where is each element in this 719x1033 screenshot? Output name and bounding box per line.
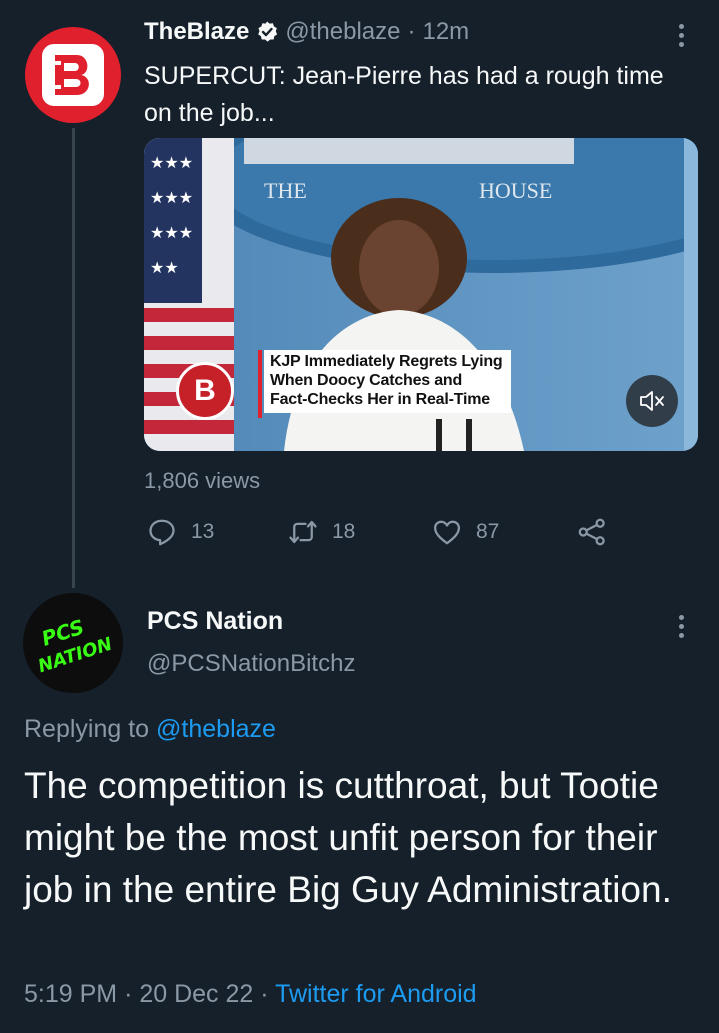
share-button[interactable] [577,517,621,547]
tweet-text: SUPERCUT: Jean-Pierre has had a rough ti… [144,62,664,127]
reply-metadata: 5:19 PM · 20 Dec 22 · Twitter for Androi… [24,980,477,1009]
svg-text:★★: ★★ [150,258,179,277]
sign-text-left: THE [264,178,307,203]
pcs-nation-logo: PCS NATION [23,593,123,693]
caption-accent [258,350,262,418]
replying-prefix: Replying to [24,715,150,743]
reply-date[interactable]: 20 Dec 22 [139,980,253,1008]
sign-text-right: HOUSE [479,178,553,203]
caption-line: Fact-Checks Her in Real-Time [270,391,490,408]
tweet-header: TheBlaze @theblaze · 12m [144,18,469,46]
video-logo-icon: B [176,362,234,420]
retweet-count: 18 [332,520,356,543]
reply-author-name[interactable]: PCS Nation [147,607,283,636]
separator: · [124,980,133,1008]
mute-icon [640,391,664,411]
reply-author-handle[interactable]: @PCSNationBitchz [147,650,355,678]
reply-source-link[interactable]: Twitter for Android [275,980,476,1008]
theblaze-avatar[interactable] [25,27,121,123]
tweet-video[interactable]: ★★★ ★★★ ★★★ ★★ THE HOUSE B KJP Immediate… [144,138,698,451]
svg-text:★★★: ★★★ [150,188,193,207]
more-options-icon[interactable] [676,20,686,51]
like-button[interactable]: 87 [432,517,499,547]
svg-text:★★★: ★★★ [150,153,193,172]
separator: · [407,18,416,45]
mute-button[interactable] [626,375,678,427]
reply-time[interactable]: 5:19 PM [24,980,117,1008]
blaze-logo-icon [42,44,104,106]
reply-button[interactable]: 13 [147,517,214,547]
retweet-icon [289,520,317,544]
separator: · [260,980,269,1008]
share-icon [578,518,605,546]
author-handle[interactable]: @theblaze [285,18,400,46]
reply-text: The competition is cutthroat, but Tootie… [24,765,672,910]
replying-to-handle-link[interactable]: @theblaze [156,715,276,743]
like-count: 87 [476,520,500,543]
caption-line: KJP Immediately Regrets Lying [270,353,503,370]
replying-to: Replying to @theblaze [24,715,276,744]
verified-badge-icon [255,20,279,44]
author-name[interactable]: TheBlaze [144,18,249,46]
video-caption: KJP Immediately Regrets Lying When Doocy… [264,350,511,413]
view-count: 1,806 views [144,468,261,493]
retweet-button[interactable]: 18 [288,517,355,547]
reply-count: 13 [191,520,215,543]
svg-text:★★★: ★★★ [150,223,193,242]
more-options-icon[interactable] [676,611,686,642]
reply-icon [149,519,175,546]
video-logo-letter: B [194,374,216,407]
like-icon [434,520,460,545]
tweet-time[interactable]: 12m [422,18,469,46]
caption-line: When Doocy Catches and [270,372,463,389]
pcs-nation-avatar[interactable]: PCS NATION [23,593,123,693]
thread-line [72,128,75,588]
